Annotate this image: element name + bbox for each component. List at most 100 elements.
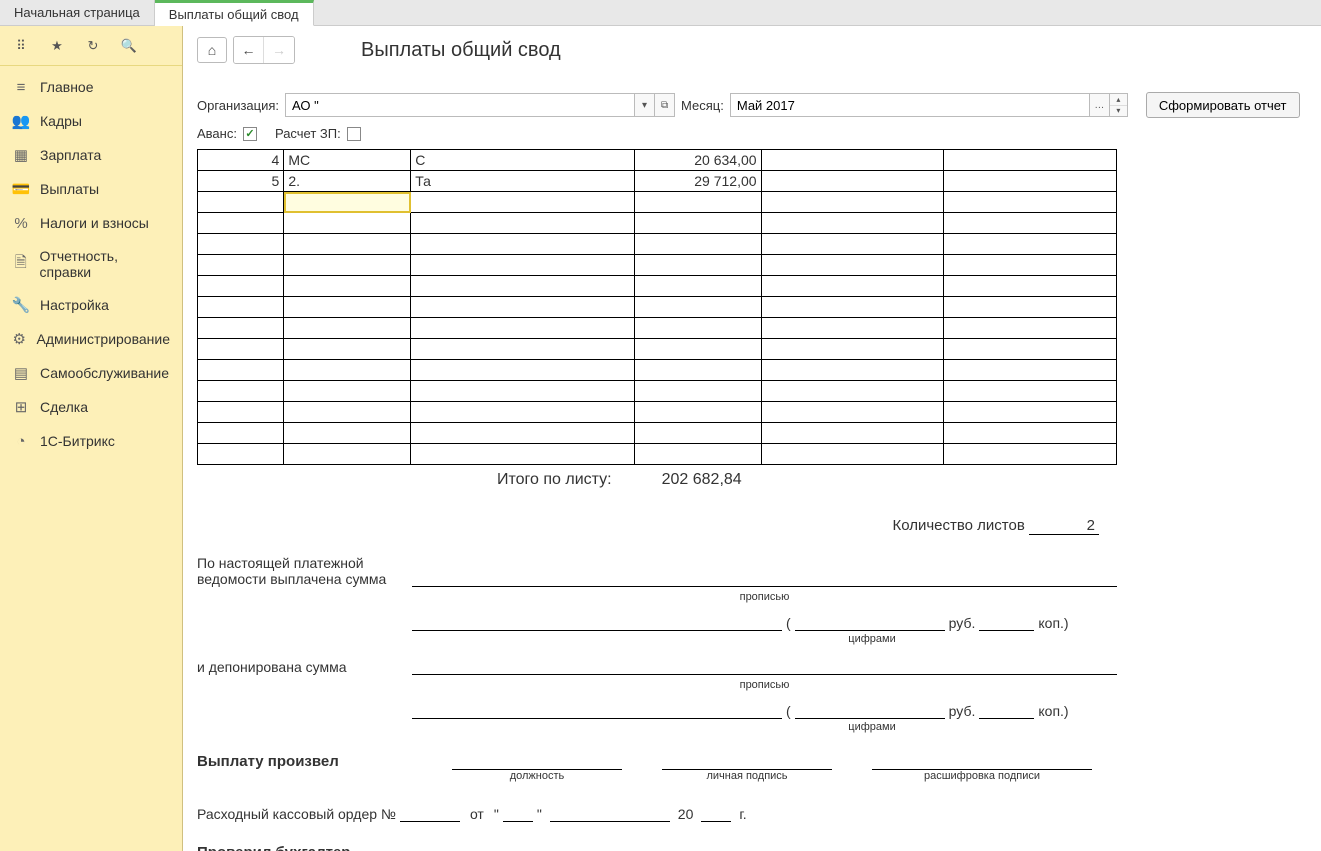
tab-home[interactable]: Начальная страница <box>0 0 155 25</box>
table-row[interactable]: 4МСС20 634,00 <box>198 150 1117 171</box>
cell-code[interactable] <box>284 318 411 339</box>
cell-code[interactable] <box>284 444 411 465</box>
table-row[interactable] <box>198 297 1117 318</box>
cell-code[interactable] <box>284 255 411 276</box>
sidebar-item-2[interactable]: ▦Зарплата <box>0 138 182 172</box>
generate-report-button[interactable]: Сформировать отчет <box>1146 92 1300 118</box>
cell-num[interactable] <box>198 444 284 465</box>
cell-num[interactable] <box>198 234 284 255</box>
month-down-button[interactable]: ▾ <box>1110 106 1127 117</box>
cell-code[interactable] <box>284 213 411 234</box>
cell-code[interactable] <box>284 339 411 360</box>
raschet-checkbox[interactable] <box>347 127 361 141</box>
month-input[interactable] <box>730 93 1090 117</box>
cell-sig2[interactable] <box>944 297 1117 318</box>
cell-amount[interactable] <box>634 339 761 360</box>
cell-sig2[interactable] <box>944 360 1117 381</box>
avans-checkbox[interactable]: ✓ <box>243 127 257 141</box>
table-row[interactable] <box>198 423 1117 444</box>
cell-sig1[interactable] <box>761 192 944 213</box>
cell-name[interactable] <box>411 381 634 402</box>
cell-amount[interactable] <box>634 360 761 381</box>
cell-amount[interactable] <box>634 318 761 339</box>
cell-name[interactable] <box>411 423 634 444</box>
cell-sig1[interactable] <box>761 234 944 255</box>
forward-button[interactable]: → <box>264 37 294 63</box>
cell-sig1[interactable] <box>761 360 944 381</box>
sidebar-item-9[interactable]: ⊞Сделка <box>0 390 182 424</box>
cell-sig1[interactable] <box>761 402 944 423</box>
table-row[interactable] <box>198 213 1117 234</box>
history-icon[interactable]: ↻ <box>84 37 102 55</box>
cell-name[interactable] <box>411 255 634 276</box>
sidebar-item-6[interactable]: 🔧Настройка <box>0 288 182 322</box>
cell-sig1[interactable] <box>761 276 944 297</box>
cell-sig2[interactable] <box>944 171 1117 192</box>
cell-name[interactable]: С <box>411 150 634 171</box>
search-icon[interactable]: 🔍 <box>120 37 138 55</box>
cell-name[interactable] <box>411 318 634 339</box>
cell-amount[interactable] <box>634 255 761 276</box>
cell-sig2[interactable] <box>944 381 1117 402</box>
cell-num[interactable] <box>198 423 284 444</box>
cell-code[interactable] <box>284 402 411 423</box>
cell-sig2[interactable] <box>944 213 1117 234</box>
sidebar-item-1[interactable]: 👥Кадры <box>0 104 182 138</box>
table-row[interactable] <box>198 402 1117 423</box>
cell-sig2[interactable] <box>944 339 1117 360</box>
cell-sig1[interactable] <box>761 444 944 465</box>
cell-num[interactable] <box>198 360 284 381</box>
table-row[interactable] <box>198 255 1117 276</box>
sidebar-item-0[interactable]: ≡Главное <box>0 70 182 104</box>
cell-sig1[interactable] <box>761 255 944 276</box>
cell-sig1[interactable] <box>761 171 944 192</box>
cell-code[interactable] <box>284 234 411 255</box>
cell-sig2[interactable] <box>944 255 1117 276</box>
sidebar-item-10[interactable]: ◔1С-Битрикс <box>0 424 182 458</box>
org-open-button[interactable]: ⧉ <box>655 93 675 117</box>
table-row[interactable]: 52.Та29 712,00 <box>198 171 1117 192</box>
cell-name[interactable] <box>411 213 634 234</box>
cell-num[interactable] <box>198 276 284 297</box>
cell-num[interactable]: 5 <box>198 171 284 192</box>
cell-num[interactable] <box>198 318 284 339</box>
apps-icon[interactable]: ⠿ <box>12 37 30 55</box>
cell-num[interactable] <box>198 402 284 423</box>
cell-num[interactable] <box>198 213 284 234</box>
table-row[interactable] <box>198 339 1117 360</box>
cell-sig1[interactable] <box>761 423 944 444</box>
cell-name[interactable] <box>411 402 634 423</box>
org-input[interactable] <box>285 93 635 117</box>
cell-amount[interactable] <box>634 276 761 297</box>
cell-name[interactable] <box>411 234 634 255</box>
table-row[interactable] <box>198 318 1117 339</box>
cell-amount[interactable] <box>634 423 761 444</box>
cell-code[interactable] <box>284 423 411 444</box>
month-select-button[interactable]: … <box>1090 93 1110 117</box>
cell-code[interactable] <box>284 192 411 213</box>
cell-name[interactable] <box>411 297 634 318</box>
table-row[interactable] <box>198 276 1117 297</box>
org-dropdown-button[interactable]: ▾ <box>635 93 655 117</box>
cell-sig2[interactable] <box>944 423 1117 444</box>
cell-name[interactable] <box>411 360 634 381</box>
home-button[interactable]: ⌂ <box>197 37 227 63</box>
back-button[interactable]: ← <box>234 37 264 63</box>
cell-code[interactable] <box>284 297 411 318</box>
cell-amount[interactable] <box>634 381 761 402</box>
cell-code[interactable] <box>284 276 411 297</box>
cell-sig1[interactable] <box>761 297 944 318</box>
cell-num[interactable] <box>198 192 284 213</box>
cell-name[interactable]: Та <box>411 171 634 192</box>
cell-sig1[interactable] <box>761 150 944 171</box>
tab-payments-summary[interactable]: Выплаты общий свод <box>155 0 314 26</box>
cell-amount[interactable] <box>634 402 761 423</box>
cell-code[interactable]: 2. <box>284 171 411 192</box>
cell-sig2[interactable] <box>944 192 1117 213</box>
cell-sig1[interactable] <box>761 318 944 339</box>
table-row[interactable] <box>198 234 1117 255</box>
cell-name[interactable] <box>411 444 634 465</box>
table-row[interactable] <box>198 192 1117 213</box>
cell-sig2[interactable] <box>944 318 1117 339</box>
cell-amount[interactable] <box>634 444 761 465</box>
